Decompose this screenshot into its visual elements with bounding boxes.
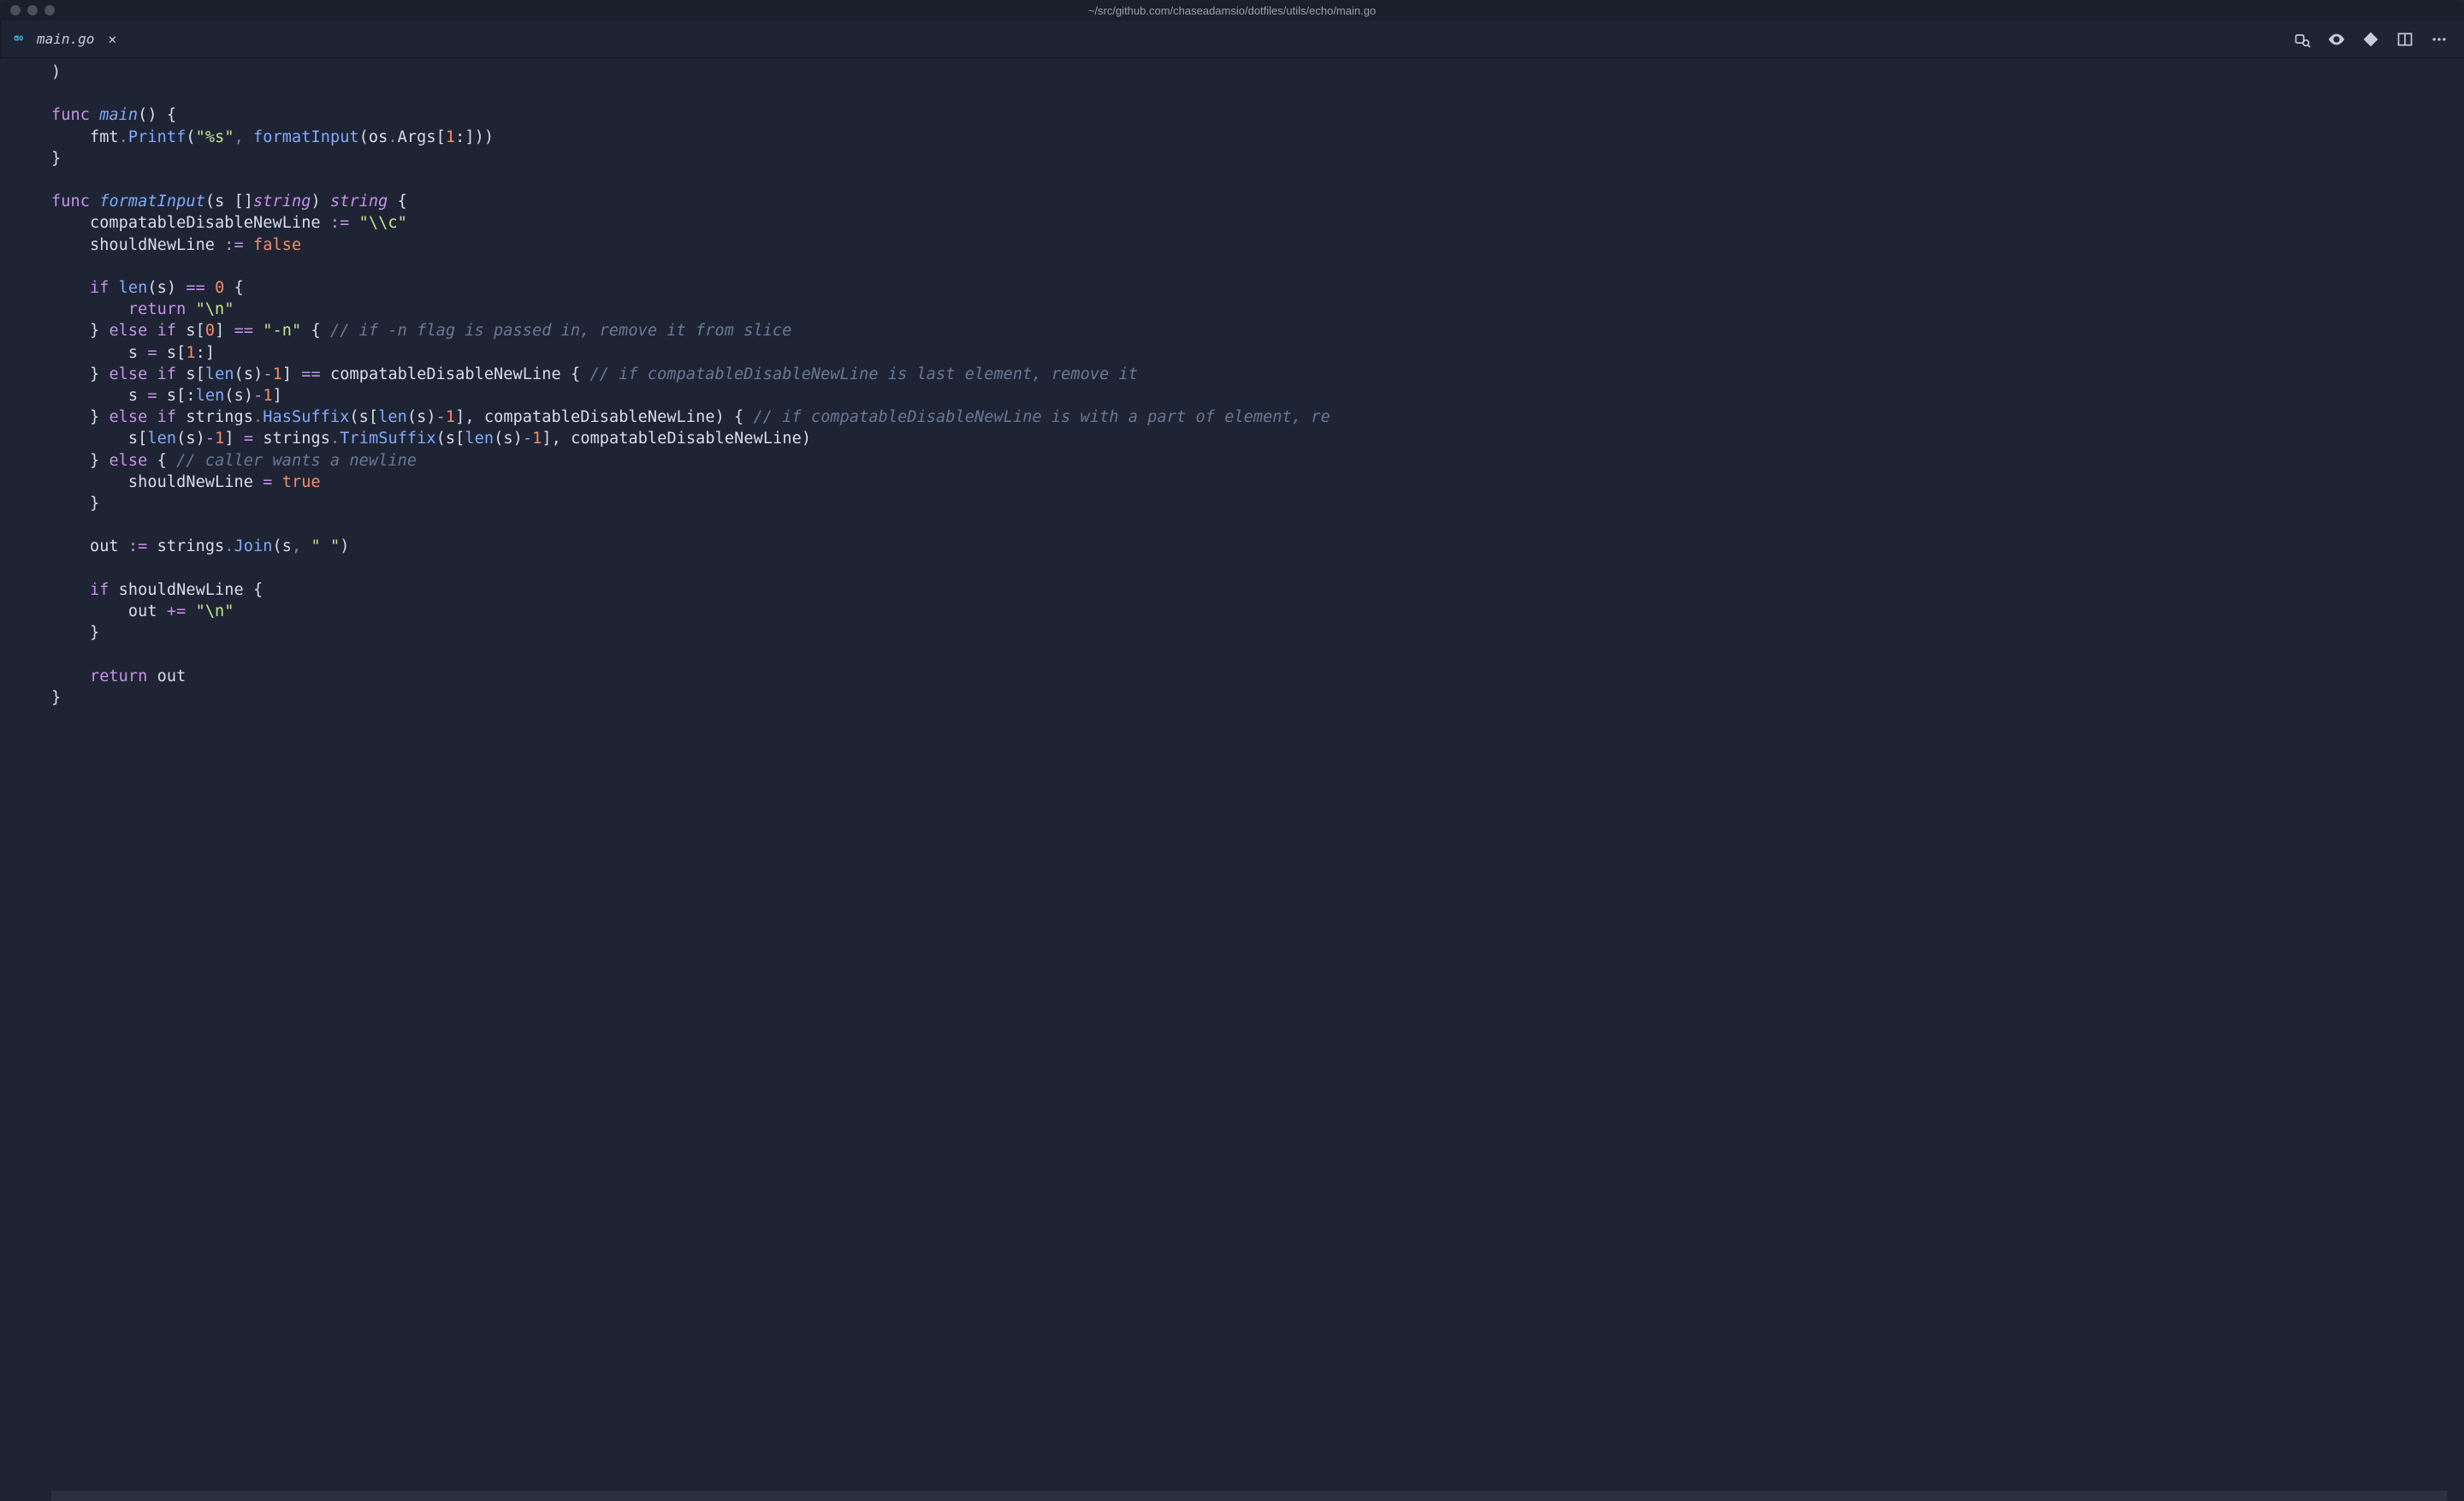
code-line[interactable] — [51, 256, 2464, 277]
code-line[interactable]: out += "\n" — [51, 601, 2464, 622]
find-replace-icon[interactable] — [2293, 30, 2312, 49]
code-line[interactable]: } — [51, 622, 2464, 644]
tab-bar: main.go ✕ — [0, 21, 2464, 58]
code-line[interactable]: } — [51, 493, 2464, 514]
code-line[interactable]: } else if s[0] == "-n" { // if -n flag i… — [51, 320, 2464, 341]
code-line[interactable]: func main() { — [51, 104, 2464, 126]
diff-icon[interactable] — [2361, 30, 2380, 49]
code-line[interactable]: } else { // caller wants a newline — [51, 450, 2464, 472]
traffic-lights — [0, 5, 55, 15]
preview-icon[interactable] — [2327, 30, 2346, 49]
code-line[interactable]: shouldNewLine := false — [51, 234, 2464, 256]
code-line[interactable]: } else if strings.HasSuffix(s[len(s)-1],… — [51, 406, 2464, 428]
more-actions-icon[interactable] — [2430, 30, 2449, 49]
tab-main-go[interactable]: main.go ✕ — [0, 21, 128, 57]
code-line[interactable]: s = s[:len(s)-1] — [51, 385, 2464, 406]
split-editor-icon[interactable] — [2396, 30, 2414, 49]
editor-window: ~/src/github.com/chaseadamsio/dotfiles/u… — [0, 0, 2464, 1501]
code-line[interactable]: fmt.Printf("%s", formatInput(os.Args[1:]… — [51, 127, 2464, 148]
code-line[interactable]: if shouldNewLine { — [51, 579, 2464, 601]
code-line[interactable]: compatableDisableNewLine := "\\c" — [51, 212, 2464, 234]
close-window-icon[interactable] — [10, 5, 21, 15]
code-line[interactable]: out := strings.Join(s, " ") — [51, 536, 2464, 557]
code-line[interactable] — [51, 169, 2464, 191]
code-line[interactable] — [51, 83, 2464, 104]
close-tab-icon[interactable]: ✕ — [103, 31, 116, 47]
code-line[interactable]: func formatInput(s []string) string { — [51, 191, 2464, 212]
code-line[interactable]: } — [51, 687, 2464, 709]
minimize-window-icon[interactable] — [27, 5, 38, 15]
window-title-path: ~/src/github.com/chaseadamsio/dotfiles/u… — [1088, 4, 1376, 17]
tab-filename: main.go — [37, 31, 94, 47]
tabs-container: main.go ✕ — [0, 21, 128, 57]
go-file-icon — [13, 32, 28, 47]
code-line[interactable]: } — [51, 148, 2464, 169]
code-line[interactable]: ) — [51, 62, 2464, 83]
code-line[interactable]: if len(s) == 0 { — [51, 277, 2464, 299]
code-editor[interactable]: ) func main() { fmt.Printf("%s", formatI… — [0, 58, 2464, 1501]
code-line[interactable]: return "\n" — [51, 299, 2464, 320]
maximize-window-icon[interactable] — [44, 5, 55, 15]
code-content[interactable]: ) func main() { fmt.Printf("%s", formatI… — [0, 58, 2464, 726]
code-line[interactable] — [51, 558, 2464, 579]
code-line[interactable]: shouldNewLine = true — [51, 472, 2464, 493]
code-line[interactable]: s = s[1:] — [51, 342, 2464, 364]
editor-toolbar — [2293, 21, 2464, 57]
code-line[interactable]: s[len(s)-1] = strings.TrimSuffix(s[len(s… — [51, 428, 2464, 449]
window-titlebar: ~/src/github.com/chaseadamsio/dotfiles/u… — [0, 0, 2464, 21]
code-line[interactable]: return out — [51, 666, 2464, 687]
code-line[interactable]: } else if s[len(s)-1] == compatableDisab… — [51, 364, 2464, 385]
code-line[interactable] — [51, 644, 2464, 665]
horizontal-scrollbar[interactable] — [51, 1491, 2447, 1501]
code-line[interactable] — [51, 514, 2464, 536]
